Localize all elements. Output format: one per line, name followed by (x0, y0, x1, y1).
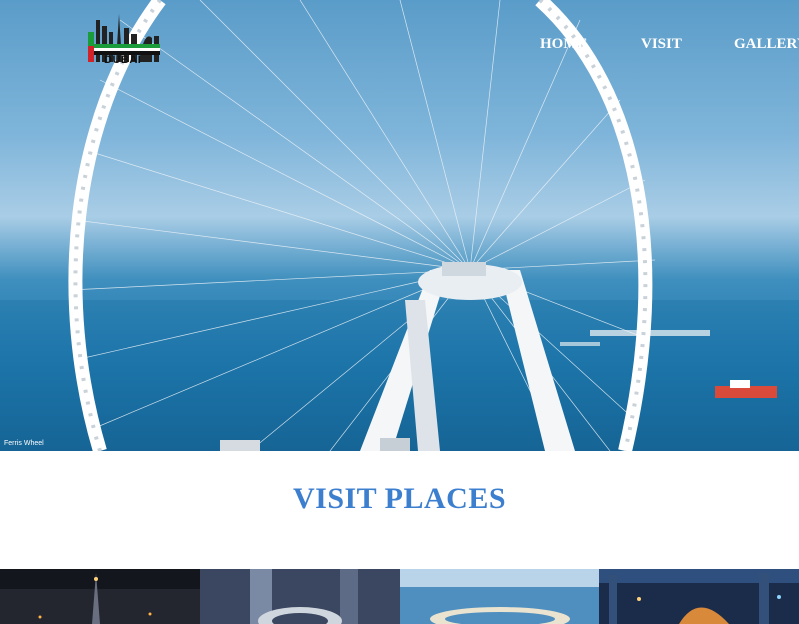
place-tile-museum-future[interactable] (199, 569, 400, 624)
nav-visit-link[interactable]: VISIT (641, 36, 682, 53)
place-tile-burj-khalifa[interactable] (0, 569, 200, 624)
section-title: VISIT PLACES (292, 482, 507, 515)
nav-home-link[interactable]: HOME (540, 36, 588, 53)
places-gallery (0, 569, 799, 624)
place-tile-palm-island[interactable] (399, 569, 600, 624)
nav-gallery-link[interactable]: GALLERY (734, 36, 799, 53)
place-tile-dubai-opera[interactable] (599, 569, 799, 624)
hero-caption: Ferris Wheel (4, 440, 44, 447)
main-nav: HOME VISIT GALLERY (0, 36, 799, 56)
